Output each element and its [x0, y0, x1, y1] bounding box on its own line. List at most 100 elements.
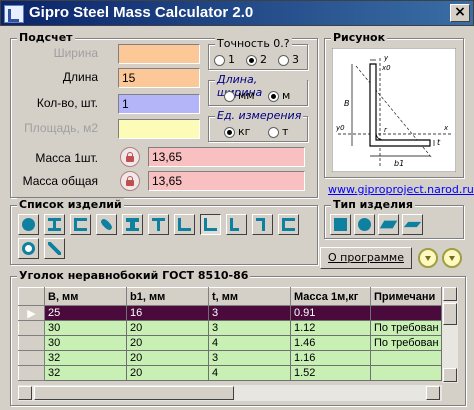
about-button[interactable]: О программе — [320, 247, 412, 269]
website-link[interactable]: www.giproproject.narod.ru — [328, 183, 474, 196]
product-zee-button[interactable] — [252, 214, 273, 235]
scroll-left-arrow[interactable] — [18, 386, 32, 400]
nav-down-alt-button[interactable] — [442, 248, 462, 268]
cell-note[interactable] — [370, 350, 442, 366]
cell-t[interactable]: 4 — [208, 365, 291, 381]
cell-b[interactable]: 25 — [44, 305, 127, 321]
precision-radio-2[interactable] — [246, 55, 257, 66]
type-round-button[interactable] — [354, 214, 375, 235]
scroll-thumb[interactable] — [443, 303, 457, 325]
cell-b[interactable]: 30 — [44, 320, 127, 336]
product-rail-button[interactable] — [122, 214, 143, 235]
close-button[interactable]: × — [450, 4, 470, 22]
cell-t[interactable]: 3 — [208, 350, 291, 366]
scroll-up-arrow[interactable] — [443, 287, 457, 301]
table-row[interactable]: 30 20 3 1.12 По требован — [18, 320, 442, 336]
type-flat-button[interactable] — [378, 214, 399, 235]
header-note[interactable]: Примечани — [370, 287, 442, 306]
cell-mass[interactable]: 1.16 — [290, 350, 371, 366]
cell-t[interactable]: 4 — [208, 335, 291, 351]
cell-b1[interactable]: 20 — [126, 365, 209, 381]
product-circle-bar-button[interactable] — [18, 214, 39, 235]
row-indicator — [18, 350, 45, 366]
length-field[interactable]: 15 — [118, 68, 200, 88]
cell-note[interactable] — [370, 365, 442, 381]
units-radio-m[interactable] — [268, 91, 279, 102]
type-square-button[interactable] — [330, 214, 351, 235]
table-row[interactable]: ▶ 25 16 3 0.91 — [18, 305, 442, 321]
scroll-down-arrow[interactable] — [443, 368, 457, 382]
cell-b1[interactable]: 20 — [126, 335, 209, 351]
cell-b1[interactable]: 20 — [126, 320, 209, 336]
cell-b[interactable]: 30 — [44, 335, 127, 351]
product-i-beam-button[interactable] — [44, 214, 65, 235]
product-hex-bar-button[interactable] — [278, 214, 299, 235]
mass-one-lock-button[interactable] — [120, 147, 140, 167]
products-legend: Список изделий — [17, 198, 124, 211]
cell-mass[interactable]: 0.91 — [290, 305, 371, 321]
table-row[interactable]: 32 20 3 1.16 — [18, 350, 442, 366]
cell-note[interactable] — [370, 305, 442, 321]
precision-radio-3[interactable] — [278, 55, 289, 66]
width-field[interactable] — [118, 44, 200, 64]
cell-mass[interactable]: 1.52 — [290, 365, 371, 381]
product-square-bar-button[interactable] — [174, 214, 195, 235]
cell-mass[interactable]: 1.46 — [290, 335, 371, 351]
mass-radio-kg[interactable] — [224, 127, 235, 138]
header-mass[interactable]: Масса 1м,кг — [290, 287, 371, 306]
cell-b[interactable]: 32 — [44, 350, 127, 366]
i-beam-icon — [48, 218, 61, 231]
product-equal-angle-button[interactable] — [200, 214, 221, 235]
mass-radio-t[interactable] — [268, 127, 279, 138]
app-icon — [4, 5, 24, 23]
calc-legend: Подсчет — [17, 31, 75, 44]
product-type-legend: Тип изделия — [331, 198, 415, 211]
cell-t[interactable]: 3 — [208, 305, 291, 321]
count-field[interactable]: 1 — [118, 94, 200, 114]
cell-b1[interactable]: 16 — [126, 305, 209, 321]
cell-b1[interactable]: 20 — [126, 350, 209, 366]
about-button-label: О программе — [328, 251, 404, 264]
mass-one-field[interactable]: 13,65 — [148, 147, 305, 167]
cell-mass[interactable]: 1.12 — [290, 320, 371, 336]
precision-label-3: 3 — [292, 53, 299, 66]
scroll-right-arrow[interactable] — [426, 386, 440, 400]
unequal-angle-icon — [230, 218, 239, 231]
precision-radio-1[interactable] — [214, 55, 225, 66]
circle-bar-icon — [22, 218, 35, 231]
nav-down-button[interactable] — [418, 248, 438, 268]
mass-total-field[interactable]: 13,65 — [148, 171, 305, 191]
vertical-scrollbar[interactable] — [442, 287, 458, 383]
product-pipe-button[interactable] — [18, 238, 39, 259]
cell-b[interactable]: 32 — [44, 365, 127, 381]
table-row[interactable]: 30 20 4 1.46 По требован — [18, 335, 442, 351]
product-rod-button[interactable] — [96, 214, 117, 235]
row-indicator — [18, 365, 45, 381]
type-plate-button[interactable] — [402, 214, 423, 235]
title-bar: Gipro Steel Mass Calculator 2.0 × — [0, 0, 474, 26]
cell-note[interactable]: По требован — [370, 320, 442, 336]
figure-label-y0: y0 — [335, 124, 345, 132]
cell-note[interactable]: По требован — [370, 335, 442, 351]
header-t[interactable]: t, мм — [208, 287, 291, 306]
profile-table: B, мм b1, мм t, мм Масса 1м,кг Примечани… — [18, 287, 442, 381]
cell-t[interactable]: 3 — [208, 320, 291, 336]
header-b1[interactable]: b1, мм — [126, 287, 209, 306]
header-indicator — [18, 287, 45, 306]
product-channel-button[interactable] — [70, 214, 91, 235]
table-row[interactable]: 32 20 4 1.52 — [18, 365, 442, 381]
units-radio-mm[interactable] — [224, 91, 235, 102]
horizontal-scrollbar[interactable] — [18, 385, 442, 401]
square-type-icon — [334, 218, 347, 231]
hex-bar-icon — [282, 218, 295, 231]
product-t-beam-button[interactable] — [148, 214, 169, 235]
mass-total-lock-button[interactable] — [120, 171, 140, 191]
scroll-hthumb[interactable] — [34, 386, 234, 400]
width-label: Ширина — [53, 46, 98, 60]
product-unequal-angle-button[interactable] — [226, 214, 247, 235]
header-b[interactable]: B, мм — [44, 287, 127, 306]
product-diagonal-rod-button[interactable] — [44, 238, 65, 259]
zee-icon — [256, 218, 265, 231]
area-field[interactable] — [118, 119, 200, 139]
row-indicator — [18, 320, 45, 336]
